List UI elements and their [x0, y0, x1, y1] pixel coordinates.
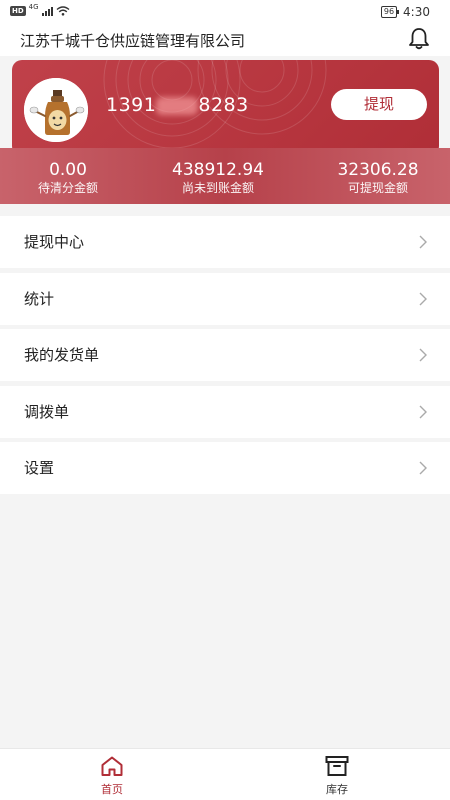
tab-label: 库存 [326, 783, 348, 796]
bottom-tab-bar: 首页 库存 [0, 748, 450, 800]
stats-band: 0.00 待清分金额 438912.94 尚未到账金额 32306.28 可提现… [0, 148, 450, 204]
status-right: 96 4:30 [380, 5, 430, 19]
wifi-icon [56, 6, 70, 16]
phone-prefix: 1391 [106, 94, 157, 116]
status-bar: HD 4G 96 4:30 [0, 0, 450, 26]
stat-label: 待清分金额 [37, 181, 98, 195]
stat-not-arrived[interactable]: 438912.94 尚未到账金额 [156, 160, 280, 196]
menu-list: 提现中心 统计 我的发货单 调拨单 设置 [0, 216, 450, 499]
phone-number: 1391 8283 [106, 94, 249, 116]
account-card: 1391 8283 提现 [12, 60, 439, 156]
stat-pending-settlement[interactable]: 0.00 待清分金额 [26, 160, 110, 196]
hd-badge: HD [10, 6, 26, 16]
menu-item-label: 统计 [24, 289, 55, 308]
clock: 4:30 [403, 5, 430, 19]
chevron-right-icon [419, 405, 427, 418]
stat-label: 可提现金额 [347, 181, 408, 195]
archive-box-icon [325, 756, 349, 776]
menu-item-label: 调拨单 [24, 402, 70, 421]
stat-label: 尚未到账金额 [181, 181, 254, 195]
menu-item-transfer-orders[interactable]: 调拨单 [0, 385, 450, 438]
top-header: 江苏千城千仓供应链管理有限公司 [0, 26, 450, 56]
chevron-right-icon [419, 461, 427, 475]
menu-item-label: 设置 [24, 459, 55, 477]
phone-suffix: 8283 [198, 94, 249, 116]
stat-withdrawable[interactable]: 32306.28 可提现金额 [326, 160, 430, 196]
battery-icon: 96 [380, 6, 400, 18]
company-name: 江苏千城千仓供应链管理有限公司 [20, 32, 246, 50]
bell-icon[interactable] [406, 26, 432, 52]
stat-value: 32306.28 [337, 160, 419, 180]
avatar[interactable] [24, 78, 88, 142]
tab-stock[interactable]: 库存 [307, 755, 367, 797]
menu-item-settings[interactable]: 设置 [0, 442, 450, 494]
withdraw-button[interactable]: 提现 [331, 89, 427, 120]
chevron-right-icon [419, 292, 427, 305]
network-type: 4G [28, 3, 39, 11]
status-left: HD 4G [10, 3, 70, 16]
menu-item-statistics[interactable]: 统计 [0, 272, 450, 325]
menu-item-my-shipments[interactable]: 我的发货单 [0, 329, 450, 381]
menu-item-label: 提现中心 [24, 233, 85, 251]
tab-home[interactable]: 首页 [82, 755, 142, 797]
menu-item-label: 我的发货单 [24, 346, 100, 364]
menu-item-withdraw-center[interactable]: 提现中心 [0, 216, 450, 268]
stat-value: 438912.94 [172, 160, 264, 180]
masked-digits [156, 96, 199, 115]
stat-value: 0.00 [49, 160, 87, 180]
avatar-image [24, 78, 88, 142]
home-icon [101, 756, 123, 776]
chevron-right-icon [419, 235, 427, 249]
tab-label: 首页 [101, 783, 123, 796]
signal-icon [41, 6, 53, 16]
chevron-right-icon [419, 348, 427, 362]
